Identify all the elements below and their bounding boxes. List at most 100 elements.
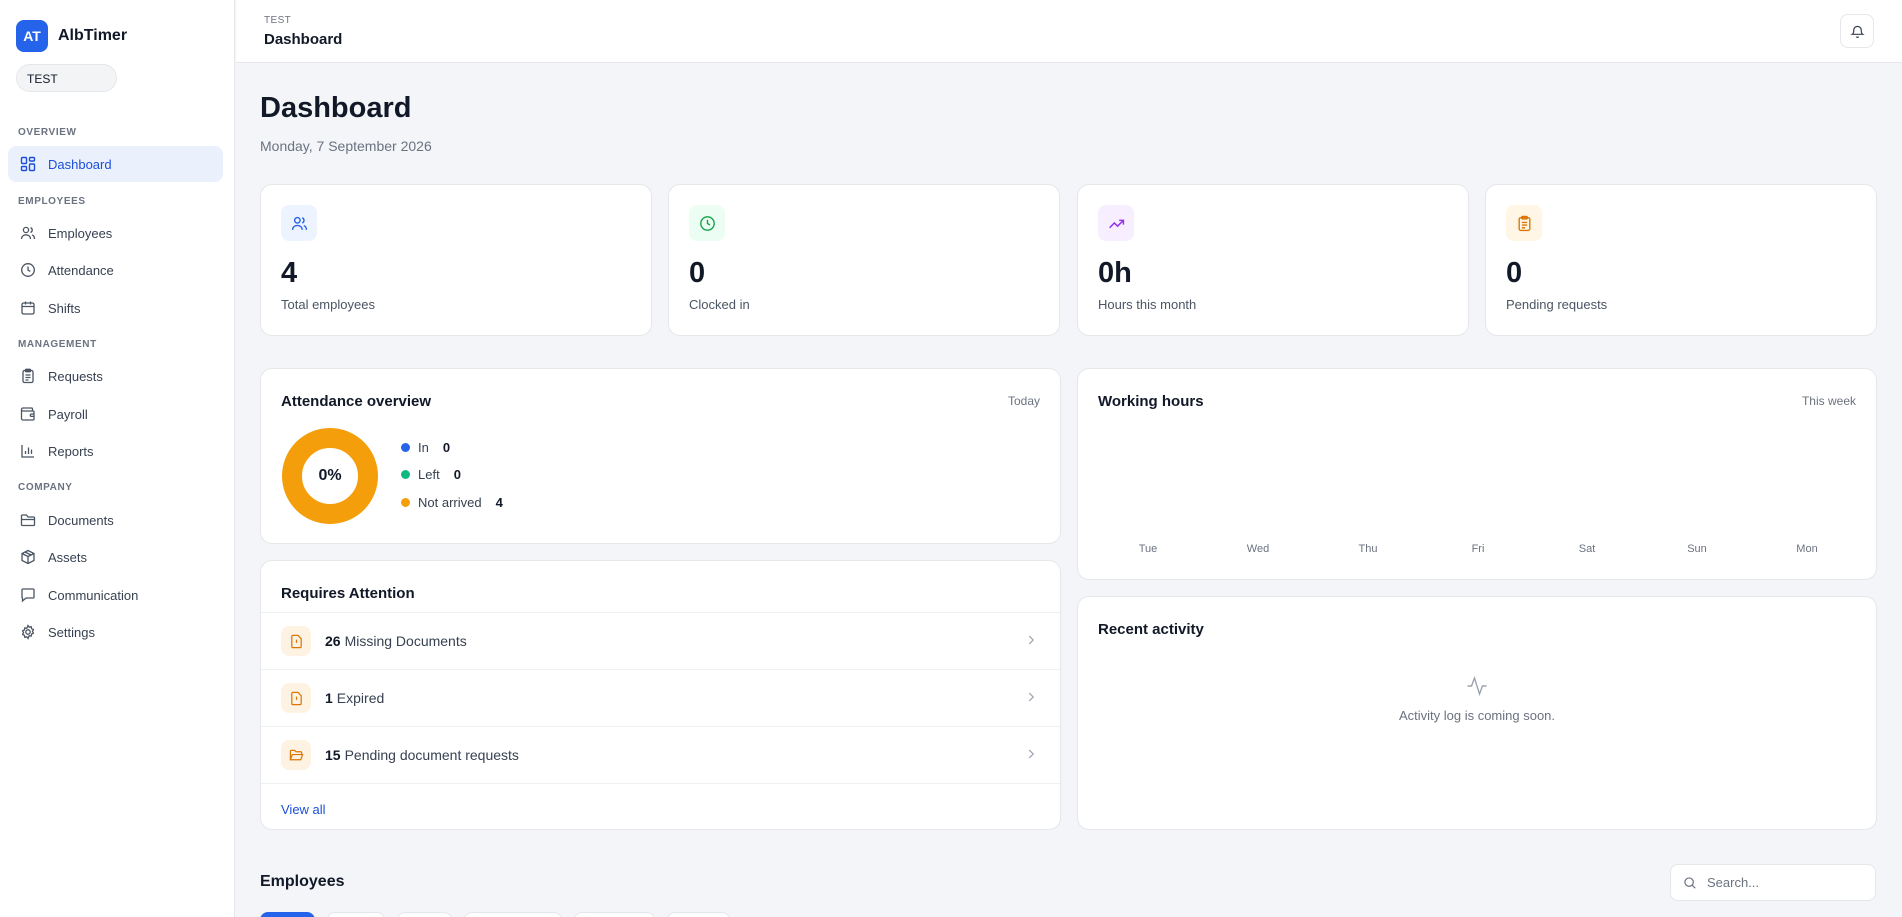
card-title: Attendance overview: [281, 393, 432, 410]
requires-attention-card: Requires Attention 26 Missing Documents 1…: [260, 560, 1061, 830]
divider: [261, 783, 1060, 784]
sidebar-item-attendance[interactable]: Attendance: [8, 252, 223, 288]
day-label: Wed: [1246, 543, 1270, 555]
sidebar-item-shifts[interactable]: Shifts: [8, 290, 223, 326]
card-title: Requires Attention: [281, 585, 415, 602]
day-label: Mon: [1796, 543, 1818, 555]
stat-card-total-employees: 4 Total employees: [260, 184, 652, 336]
stat-card-pending-requests: 0 Pending requests: [1485, 184, 1877, 336]
brand-name: AlbTimer: [58, 27, 128, 44]
breadcrumb-org: TEST: [264, 15, 292, 26]
sidebar-item-label: Settings: [48, 624, 95, 640]
attention-count: 1: [325, 690, 333, 706]
employee-filter-tab[interactable]: [260, 912, 315, 917]
clock-icon: [689, 205, 725, 241]
page-date: Monday, 7 September 2026: [260, 138, 432, 154]
sidebar-item-dashboard[interactable]: Dashboard: [8, 146, 223, 182]
file-alert-icon: [281, 626, 311, 656]
attention-count: 15: [325, 747, 341, 763]
sidebar-item-label: Attendance: [48, 262, 114, 278]
stat-value: 0: [689, 257, 706, 289]
sidebar-item-employees[interactable]: Employees: [8, 215, 223, 251]
folder-icon: [20, 514, 36, 527]
card-period: This week: [1801, 394, 1856, 408]
stat-card-clocked-in: 0 Clocked in: [668, 184, 1060, 336]
topbar: TEST Dashboard: [236, 0, 1902, 63]
employee-filter-tab[interactable]: [464, 912, 562, 917]
stat-label: Pending requests: [1506, 297, 1608, 312]
attention-item-expired[interactable]: 1 Expired: [261, 669, 1060, 726]
employee-filter-tab[interactable]: [327, 912, 385, 917]
sidebar-item-documents[interactable]: Documents: [8, 502, 223, 538]
card-title: Recent activity: [1098, 621, 1204, 638]
folder-open-icon: [281, 740, 311, 770]
legend-value: 0: [442, 440, 451, 455]
notifications-button[interactable]: [1840, 14, 1874, 48]
attention-text: 26 Missing Documents: [325, 633, 467, 649]
organization-selector[interactable]: TEST: [16, 64, 117, 92]
stat-label: Hours this month: [1098, 297, 1197, 312]
box-icon: [21, 549, 35, 565]
sidebar-item-label: Requests: [48, 368, 103, 384]
users-icon: [281, 205, 317, 241]
sidebar-item-assets[interactable]: Assets: [8, 539, 223, 575]
grid-icon: [20, 156, 36, 172]
sidebar-item-payroll[interactable]: Payroll: [8, 396, 223, 432]
day-label: Fri: [1471, 543, 1485, 555]
clipboard-icon: [1506, 205, 1542, 241]
attendance-percent: 0%: [318, 467, 342, 484]
employees-section-title: Employees: [260, 873, 345, 890]
sidebar-item-label: Dashboard: [48, 156, 112, 172]
card-title: Working hours: [1098, 393, 1204, 410]
wallet-icon: [20, 407, 35, 421]
legend-value: 0: [453, 467, 461, 482]
nav-section-management: MANAGEMENT: [18, 339, 97, 350]
stat-label: Total employees: [281, 297, 375, 312]
legend-dot: [401, 498, 410, 507]
attention-text: 15 Pending document requests: [325, 747, 519, 763]
trending-up-icon: [1098, 205, 1134, 241]
employee-search[interactable]: [1670, 864, 1876, 901]
sidebar-item-label: Employees: [48, 225, 113, 241]
sidebar-item-label: Reports: [48, 443, 94, 459]
employee-filter-tab[interactable]: [667, 912, 730, 917]
attention-label: Missing Documents: [344, 633, 467, 649]
search-input[interactable]: [1707, 875, 1857, 890]
message-icon: [21, 588, 35, 603]
nav-section-overview: OVERVIEW: [18, 127, 77, 138]
attendance-overview-card: Attendance overview Today 0% In 0 Left 0…: [260, 368, 1061, 544]
sidebar-item-communication[interactable]: Communication: [8, 577, 223, 613]
sidebar-item-requests[interactable]: Requests: [8, 358, 223, 394]
legend-item-left: Left 0: [401, 467, 461, 482]
legend-item-in: In 0: [401, 440, 450, 455]
sidebar-item-label: Payroll: [48, 406, 88, 422]
legend-label: Left: [418, 467, 440, 482]
chevron-right-icon: [1028, 749, 1035, 759]
sidebar-item-label: Shifts: [48, 300, 81, 316]
activity-icon: [1467, 675, 1487, 697]
gear-icon: [21, 624, 35, 640]
view-all-link[interactable]: View all: [281, 802, 326, 817]
brand[interactable]: AT AlbTimer: [16, 20, 127, 52]
chevron-right-icon: [1028, 692, 1035, 702]
stat-value: 4: [281, 257, 298, 289]
attention-item-missing-documents[interactable]: 26 Missing Documents: [261, 612, 1060, 669]
day-label: Tue: [1138, 543, 1158, 555]
attention-count: 26: [325, 633, 341, 649]
employee-filter-tab[interactable]: [574, 912, 655, 917]
bar-chart-icon: [21, 445, 34, 458]
sidebar-item-settings[interactable]: Settings: [8, 614, 223, 650]
activity-empty-text: Activity log is coming soon.: [1398, 708, 1556, 723]
brand-logo: AT: [16, 20, 48, 52]
legend-label: In: [418, 440, 429, 455]
nav-section-employees: EMPLOYEES: [18, 196, 86, 207]
attention-item-pending-document-requests[interactable]: 15 Pending document requests: [261, 726, 1060, 783]
employee-filter-tab[interactable]: [397, 912, 452, 917]
clipboard-icon: [22, 368, 34, 384]
sidebar-item-label: Documents: [48, 512, 114, 528]
stat-label: Clocked in: [689, 297, 750, 312]
stat-value: 0h: [1098, 257, 1132, 289]
stat-value: 0: [1506, 257, 1523, 289]
sidebar-item-reports[interactable]: Reports: [8, 433, 223, 469]
sidebar-item-label: Assets: [48, 549, 88, 565]
